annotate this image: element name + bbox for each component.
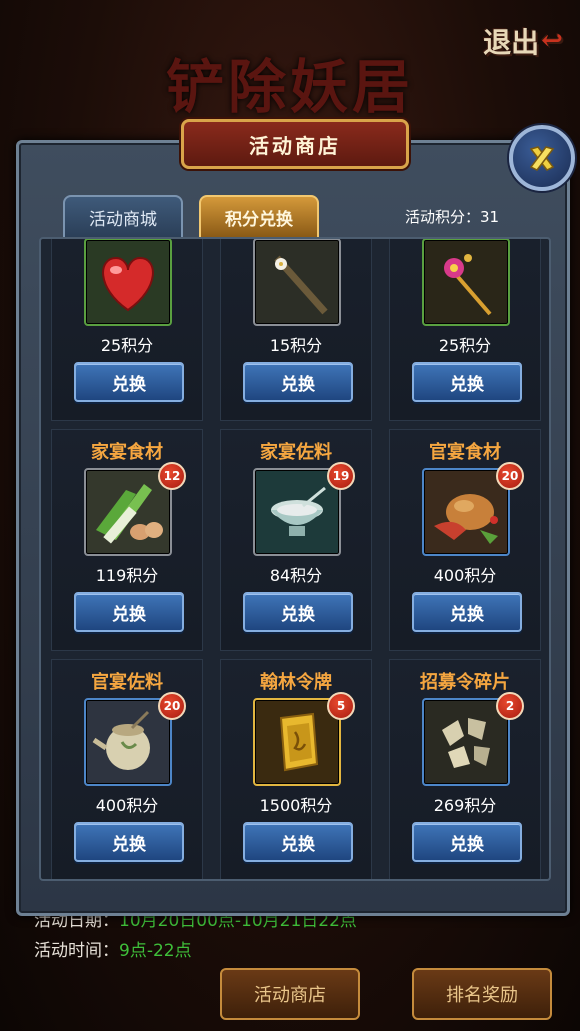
item-price: 119积分 bbox=[95, 566, 159, 585]
item-grid: 25积分 兑换 15积分 兑换 25积分 兑换 家宴食材 12 119积分 兑换… bbox=[39, 237, 551, 881]
tab-points-exchange[interactable]: 积分兑换 bbox=[199, 195, 319, 239]
exit-button[interactable]: 退出 ↩ bbox=[478, 18, 568, 64]
stock-badge: 5 bbox=[327, 692, 355, 720]
item-card: 15积分 兑换 bbox=[220, 239, 372, 421]
event-points: 活动积分：31 bbox=[405, 206, 499, 227]
close-icon bbox=[529, 146, 555, 171]
exit-arrow-icon: ↩ bbox=[541, 26, 563, 56]
event-time-label: 活动时间： bbox=[34, 941, 119, 961]
close-button[interactable] bbox=[509, 125, 575, 191]
exchange-button[interactable]: 兑换 bbox=[74, 592, 184, 632]
item-price: 269积分 bbox=[433, 796, 497, 815]
exchange-button[interactable]: 兑换 bbox=[74, 822, 184, 862]
item-card: 翰林令牌 5 1500积分 兑换 bbox=[220, 659, 372, 879]
stock-badge: 20 bbox=[158, 692, 186, 720]
item-card: 25积分 兑换 bbox=[51, 239, 203, 421]
dialog-title: 活动商店 bbox=[181, 119, 409, 169]
event-time: 活动时间：9点-22点 bbox=[34, 936, 192, 961]
item-name: 家宴食材 bbox=[91, 442, 163, 463]
heart-icon bbox=[84, 239, 172, 326]
exchange-button[interactable]: 兑换 bbox=[243, 822, 353, 862]
item-name: 招募令碎片 bbox=[420, 672, 510, 693]
item-name: 官宴佐料 bbox=[91, 672, 163, 693]
event-time-value: 9点-22点 bbox=[119, 941, 192, 961]
exchange-button[interactable]: 兑换 bbox=[243, 362, 353, 402]
item-price: 1500积分 bbox=[259, 796, 333, 815]
item-price: 15积分 bbox=[269, 336, 323, 355]
shop-dialog: 活动商店 活动商城 积分兑换 活动积分：31 25积分 兑换 15积分 兑换 2… bbox=[16, 119, 575, 916]
exchange-button[interactable]: 兑换 bbox=[243, 592, 353, 632]
item-card: 家宴佐料 19 84积分 兑换 bbox=[220, 429, 372, 651]
exit-label: 退出 bbox=[483, 26, 540, 59]
event-points-value: 31 bbox=[480, 208, 500, 226]
event-title: 铲除妖居 bbox=[165, 53, 414, 121]
flower-staff-icon bbox=[253, 239, 341, 326]
exchange-button[interactable]: 兑换 bbox=[412, 592, 522, 632]
tab-event-mall[interactable]: 活动商城 bbox=[63, 195, 183, 239]
event-shop-button[interactable]: 活动商店 bbox=[220, 968, 360, 1020]
item-card: 招募令碎片 2 269积分 兑换 bbox=[389, 659, 541, 879]
item-name: 翰林令牌 bbox=[260, 672, 332, 693]
item-name: 官宴食材 bbox=[429, 442, 501, 463]
item-card: 官宴食材 20 400积分 兑换 bbox=[389, 429, 541, 651]
exchange-button[interactable]: 兑换 bbox=[74, 362, 184, 402]
item-price: 25积分 bbox=[438, 336, 492, 355]
item-name: 家宴佐料 bbox=[260, 442, 332, 463]
item-price: 400积分 bbox=[433, 566, 497, 585]
stock-badge: 12 bbox=[158, 462, 186, 490]
exchange-button[interactable]: 兑换 bbox=[412, 362, 522, 402]
stock-badge: 20 bbox=[496, 462, 524, 490]
item-card: 25积分 兑换 bbox=[389, 239, 541, 421]
jewel-hairpin-icon bbox=[422, 239, 510, 326]
item-price: 25积分 bbox=[100, 336, 154, 355]
rank-reward-button[interactable]: 排名奖励 bbox=[412, 968, 552, 1020]
item-price: 84积分 bbox=[269, 566, 323, 585]
item-card: 家宴食材 12 119积分 兑换 bbox=[51, 429, 203, 651]
stock-badge: 2 bbox=[496, 692, 524, 720]
event-points-label: 活动积分： bbox=[405, 208, 481, 226]
exchange-button[interactable]: 兑换 bbox=[412, 822, 522, 862]
item-card: 官宴佐料 20 400积分 兑换 bbox=[51, 659, 203, 879]
item-price: 400积分 bbox=[95, 796, 159, 815]
stock-badge: 19 bbox=[327, 462, 355, 490]
